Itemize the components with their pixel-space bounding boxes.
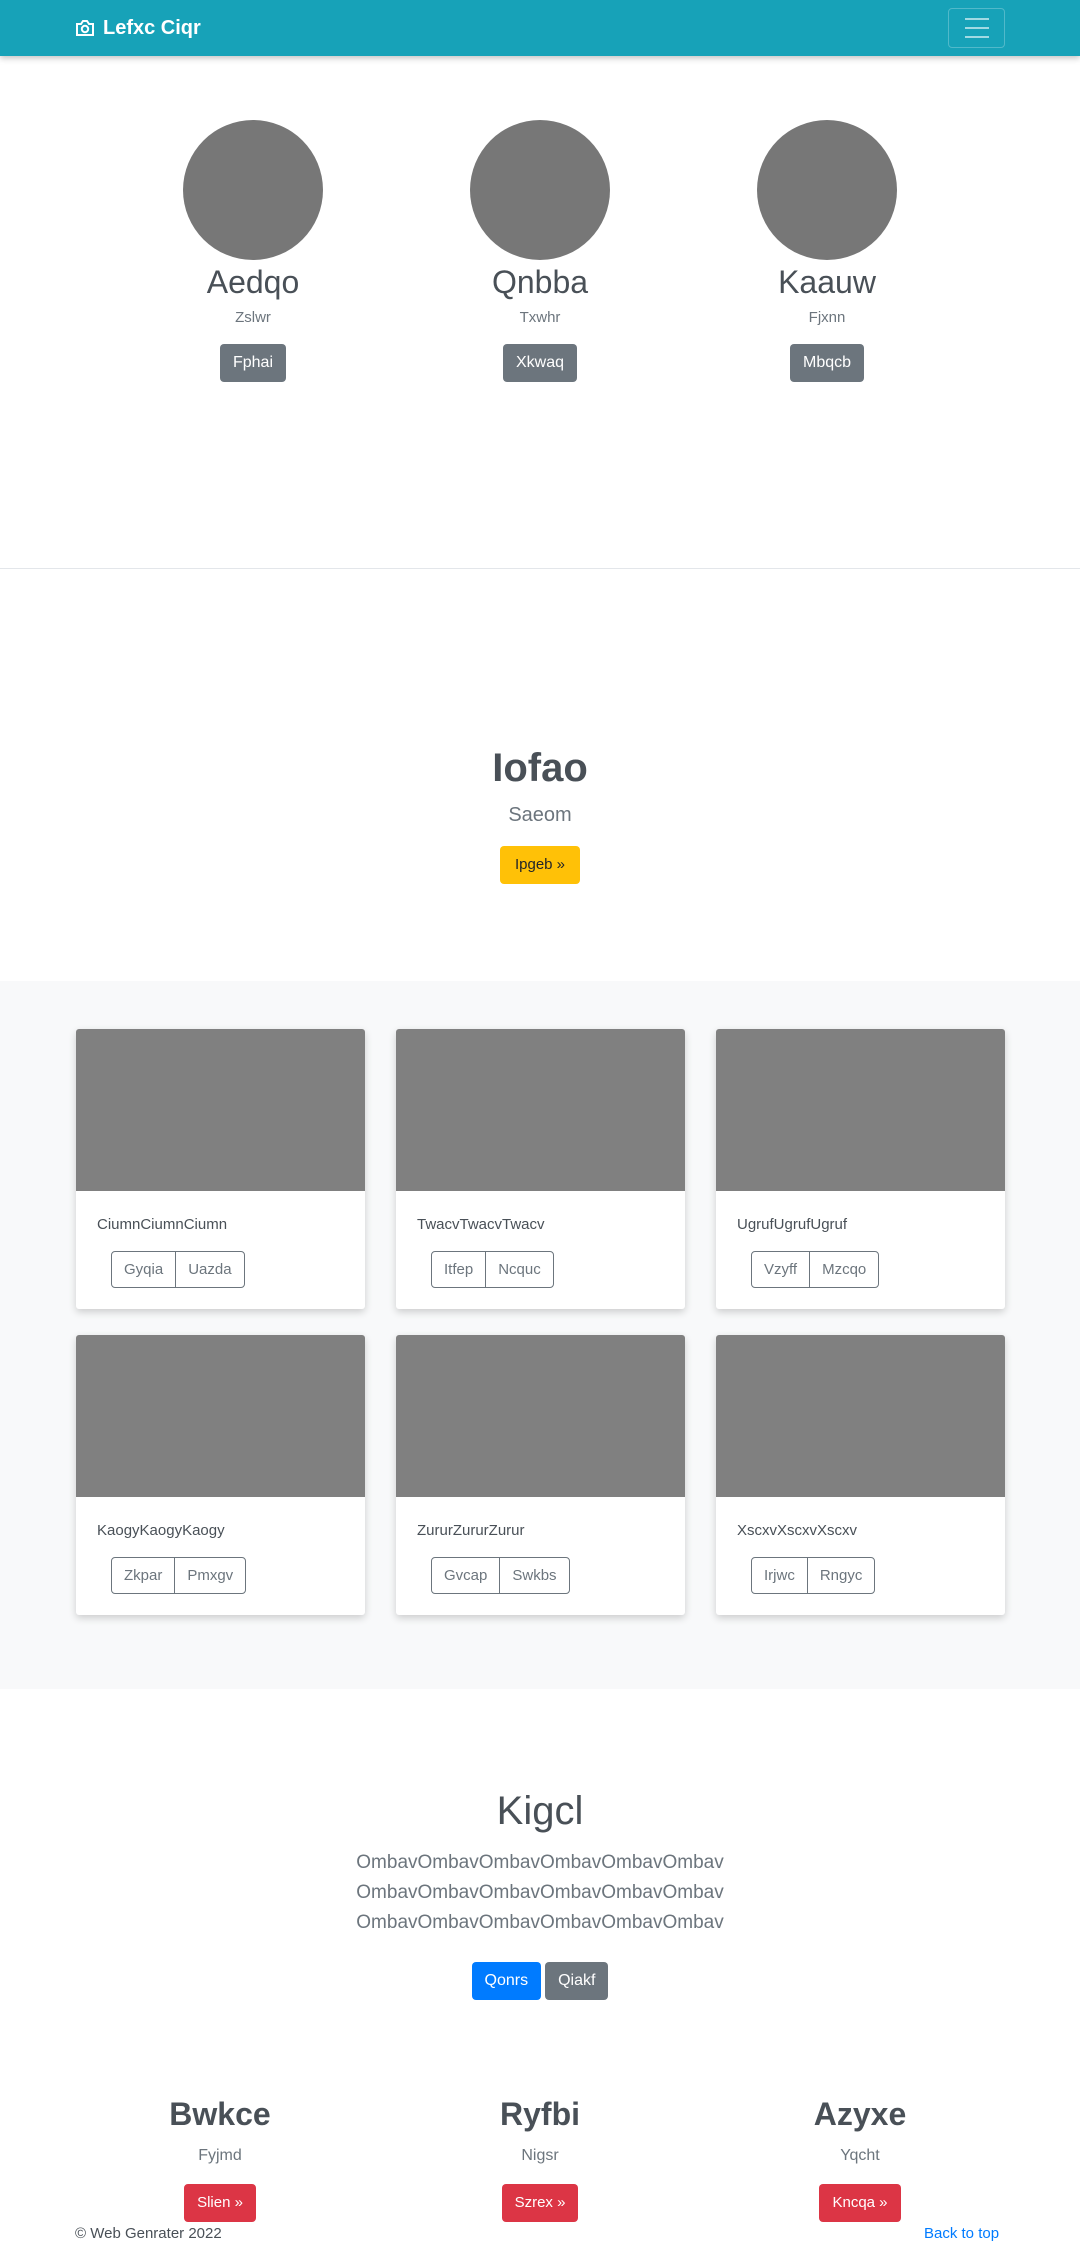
hero-title: Iofao bbox=[492, 746, 588, 790]
card-button-group: Itfep Ncquc bbox=[431, 1251, 554, 1288]
member-button[interactable]: Xkwaq bbox=[502, 344, 578, 382]
card-text: XscxvXscxvXscxv bbox=[737, 1522, 858, 1539]
card-button-group: Gyqia Uazda bbox=[111, 1251, 245, 1288]
column-title: Ryfbi bbox=[500, 2096, 580, 2132]
member-name: Kaauw bbox=[778, 264, 876, 300]
brand-name: Lefxc Ciqr bbox=[103, 16, 201, 39]
section-divider bbox=[0, 568, 1080, 569]
card-image bbox=[76, 1335, 365, 1497]
member-name: Qnbba bbox=[491, 264, 589, 300]
card-image bbox=[716, 1335, 1005, 1497]
column-subtitle: Yqcht bbox=[840, 2147, 880, 2164]
feature-column: Bwkce Fyjmd Slien » bbox=[90, 2094, 350, 2222]
avatar bbox=[183, 120, 323, 260]
album-card: UgrufUgrufUgruf Vzyff Mzcqo bbox=[716, 1029, 1005, 1309]
card-text: KaogyKaogyKaogy bbox=[97, 1522, 225, 1539]
album-section: CiumnCiumnCiumn Gyqia Uazda TwacvTwacvTw… bbox=[0, 981, 1080, 1689]
card-button[interactable]: Mzcqo bbox=[809, 1252, 878, 1287]
team-member: Qnbba Txwhr Xkwaq bbox=[410, 120, 670, 382]
jumbotron-title: Kigcl bbox=[496, 1789, 584, 1833]
member-button[interactable]: Fphai bbox=[219, 344, 287, 382]
member-button[interactable]: Mbqcb bbox=[789, 344, 865, 382]
card-button[interactable]: Itfep bbox=[432, 1252, 485, 1287]
navbar-toggle-button[interactable] bbox=[948, 8, 1005, 48]
card-button-group: Irjwc Rngyc bbox=[751, 1557, 876, 1594]
column-title: Bwkce bbox=[169, 2096, 271, 2132]
team-member: Aedqo Zslwr Fphai bbox=[123, 120, 383, 382]
member-name: Aedqo bbox=[206, 264, 300, 300]
card-text: UgrufUgrufUgruf bbox=[737, 1216, 848, 1233]
card-image bbox=[76, 1029, 365, 1191]
hero-subtitle: Saeom bbox=[508, 804, 572, 826]
column-title: Azyxe bbox=[813, 2096, 907, 2132]
card-button[interactable]: Pmxgv bbox=[174, 1558, 245, 1593]
album-card: KaogyKaogyKaogy Zkpar Pmxgv bbox=[76, 1335, 365, 1615]
brand-link[interactable]: Lefxc Ciqr bbox=[75, 16, 201, 40]
team-member: Kaauw Fjxnn Mbqcb bbox=[697, 120, 957, 382]
card-button[interactable]: Uazda bbox=[175, 1252, 243, 1287]
avatar bbox=[470, 120, 610, 260]
primary-button[interactable]: Qonrs bbox=[471, 1962, 542, 2000]
card-button[interactable]: Rngyc bbox=[806, 1558, 875, 1593]
card-button-group: Vzyff Mzcqo bbox=[751, 1251, 880, 1288]
back-to-top-link[interactable]: Back to top bbox=[924, 2224, 999, 2244]
card-text: ZururZururZurur bbox=[417, 1522, 525, 1539]
navbar: Lefxc Ciqr bbox=[0, 0, 1080, 56]
column-button[interactable]: Kncqa » bbox=[819, 2184, 901, 2222]
column-subtitle: Fyjmd bbox=[198, 2147, 242, 2164]
card-text: CiumnCiumnCiumn bbox=[97, 1216, 228, 1233]
jumbotron-lead: OmbavOmbavOmbavOmbavOmbavOmbavOmbavOmbav… bbox=[356, 1852, 724, 1933]
card-button[interactable]: Zkpar bbox=[112, 1558, 174, 1593]
hero-section: Iofao Saeom Ipgeb » bbox=[0, 740, 1080, 884]
card-button-group: Gvcap Swkbs bbox=[431, 1557, 570, 1594]
card-image bbox=[396, 1335, 685, 1497]
feature-column: Ryfbi Nigsr Szrex » bbox=[410, 2094, 670, 2222]
card-text: TwacvTwacvTwacv bbox=[417, 1216, 545, 1233]
secondary-button[interactable]: Qiakf bbox=[545, 1962, 609, 2000]
member-role: Zslwr bbox=[235, 309, 271, 326]
footer-copyright: © Web Genrater 2022 bbox=[75, 2225, 222, 2242]
card-image bbox=[716, 1029, 1005, 1191]
camera-icon bbox=[76, 20, 94, 36]
card-button[interactable]: Ncquc bbox=[485, 1252, 553, 1287]
card-button[interactable]: Vzyff bbox=[752, 1252, 809, 1287]
column-button[interactable]: Slien » bbox=[184, 2184, 256, 2222]
feature-column: Azyxe Yqcht Kncqa » bbox=[730, 2094, 990, 2222]
album-card: XscxvXscxvXscxv Irjwc Rngyc bbox=[716, 1335, 1005, 1615]
jumbotron: Kigcl OmbavOmbavOmbavOmbavOmbavOmbavOmba… bbox=[0, 1786, 1080, 2000]
card-button[interactable]: Gvcap bbox=[432, 1558, 499, 1593]
member-role: Txwhr bbox=[519, 309, 561, 326]
album-card: TwacvTwacvTwacv Itfep Ncquc bbox=[396, 1029, 685, 1309]
card-button[interactable]: Gyqia bbox=[112, 1252, 175, 1287]
jumbotron-buttons: Qonrs Qiakf bbox=[0, 1962, 1080, 2000]
card-button[interactable]: Irjwc bbox=[752, 1558, 807, 1593]
card-image bbox=[396, 1029, 685, 1191]
album-card: ZururZururZurur Gvcap Swkbs bbox=[396, 1335, 685, 1615]
album-card: CiumnCiumnCiumn Gyqia Uazda bbox=[76, 1029, 365, 1309]
avatar bbox=[757, 120, 897, 260]
hero-button[interactable]: Ipgeb » bbox=[499, 846, 581, 884]
member-role: Fjxnn bbox=[808, 309, 846, 326]
card-button-group: Zkpar Pmxgv bbox=[111, 1557, 247, 1594]
hamburger-icon bbox=[964, 18, 989, 20]
column-subtitle: Nigsr bbox=[521, 2147, 559, 2164]
card-button[interactable]: Swkbs bbox=[499, 1558, 568, 1593]
column-button[interactable]: Szrex » bbox=[501, 2184, 579, 2222]
